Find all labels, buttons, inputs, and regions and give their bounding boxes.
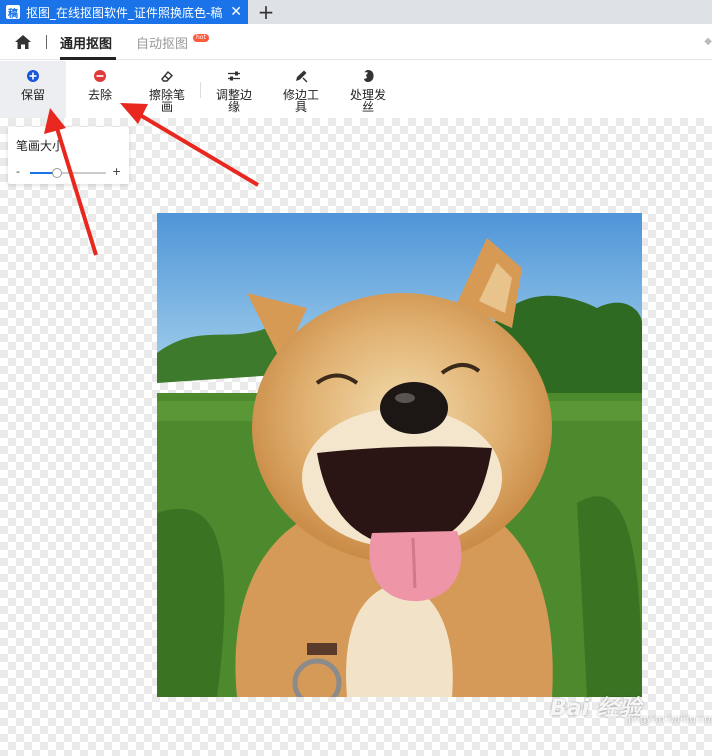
hot-badge: hot bbox=[193, 34, 209, 42]
baidu-watermark-url: jingyan.baidu.com bbox=[628, 714, 712, 725]
browser-tab-title: 抠图_在线抠图软件_证件照换底色-稿 bbox=[26, 5, 223, 20]
active-tab-indicator bbox=[60, 57, 116, 60]
browser-tab-strip: 稿 抠图_在线抠图软件_证件照换底色-稿 ✕ + bbox=[0, 0, 712, 24]
keep-label: 保留 bbox=[20, 88, 45, 102]
brush-decrease-button[interactable]: - bbox=[16, 165, 20, 178]
new-tab-button[interactable]: + bbox=[256, 0, 276, 24]
brush-size-handle[interactable] bbox=[51, 168, 62, 178]
brush-increase-button[interactable]: + bbox=[112, 165, 121, 178]
dog-photo bbox=[157, 213, 642, 697]
sliders-icon bbox=[228, 71, 240, 81]
erase-stroke-button[interactable]: 擦除笔 画 bbox=[147, 65, 187, 113]
tab-general-cutout[interactable]: 通用抠图 bbox=[60, 33, 112, 52]
brush-size-slider[interactable] bbox=[30, 168, 106, 178]
edit-toolbar: 保留 去除 擦除笔 画 调整边 缘 修边工 具 处理发 丝 bbox=[0, 61, 712, 118]
erase-stroke-label-2: 画 bbox=[160, 100, 173, 114]
hair-button[interactable]: 处理发 丝 bbox=[348, 65, 388, 113]
minus-circle-icon bbox=[94, 70, 106, 82]
brush-size-title: 笔画大小 bbox=[16, 139, 65, 153]
close-tab-icon[interactable]: ✕ bbox=[230, 3, 242, 21]
home-icon[interactable] bbox=[14, 33, 32, 51]
browser-tab[interactable]: 稿 抠图_在线抠图软件_证件照换底色-稿 ✕ bbox=[0, 0, 248, 24]
brush-edit-icon bbox=[296, 70, 308, 83]
adjust-edge-button[interactable]: 调整边 缘 bbox=[214, 65, 254, 113]
hair-icon bbox=[364, 70, 374, 82]
header-divider bbox=[46, 35, 47, 49]
plus-circle-icon bbox=[27, 70, 39, 82]
adjust-edge-label-2: 缘 bbox=[227, 100, 240, 114]
eraser-icon bbox=[161, 71, 173, 82]
tab-auto-cutout[interactable]: 自动抠图 bbox=[136, 33, 188, 52]
edge-tool-label-2: 具 bbox=[294, 100, 307, 114]
collapse-icon[interactable]: ◆ bbox=[704, 36, 712, 47]
edge-tool-button[interactable]: 修边工 具 bbox=[281, 65, 321, 113]
keep-button[interactable]: 保留 bbox=[18, 65, 48, 101]
toolbar-divider bbox=[200, 82, 201, 98]
remove-label: 去除 bbox=[87, 88, 112, 102]
app-header: 通用抠图 自动抠图 hot ◆ bbox=[0, 24, 712, 60]
site-favicon-icon: 稿 bbox=[6, 5, 20, 20]
hair-label-2: 丝 bbox=[361, 100, 374, 114]
remove-button[interactable]: 去除 bbox=[85, 65, 115, 101]
brush-size-panel: 笔画大小 - + bbox=[8, 127, 129, 184]
